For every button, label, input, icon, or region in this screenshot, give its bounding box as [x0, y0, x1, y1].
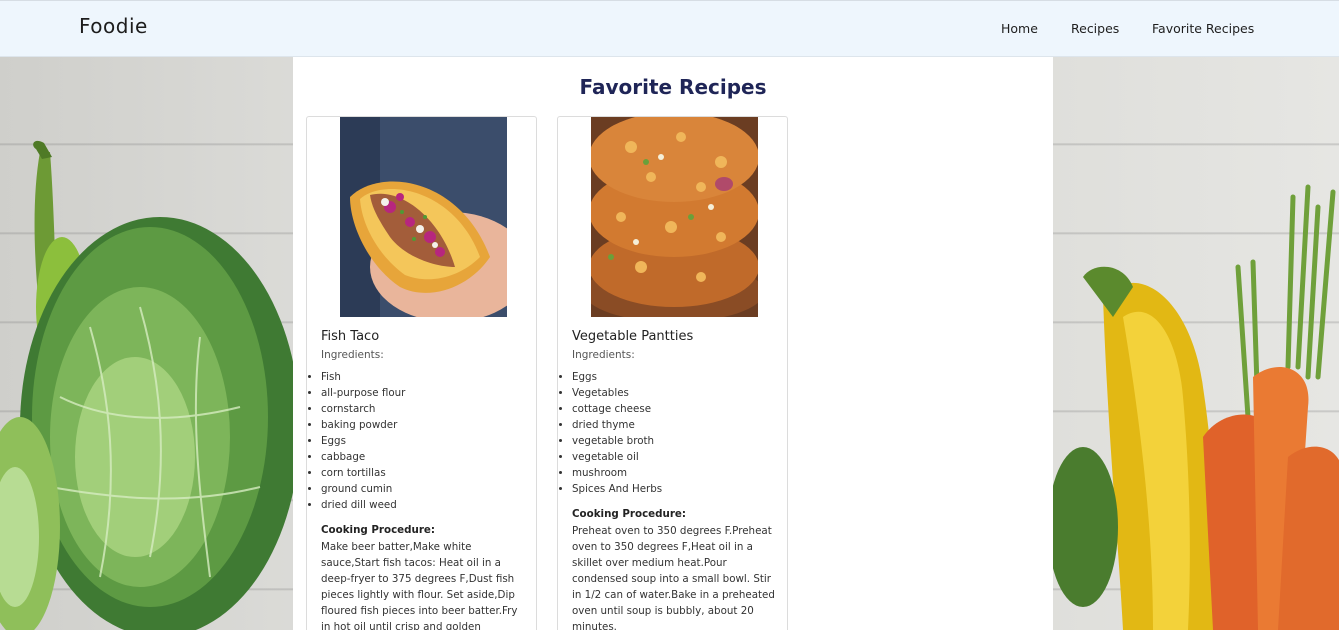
navbar: Foodie Home Recipes Favorite Recipes: [0, 0, 1339, 57]
procedure-text: Make beer batter,Make white sauce,Start …: [321, 541, 518, 630]
list-item: Vegetables: [572, 385, 662, 401]
list-item: cornstarch: [321, 401, 405, 417]
nav-link-home[interactable]: Home: [1001, 21, 1038, 36]
list-item: Fish: [321, 369, 405, 385]
list-item: cottage cheese: [572, 401, 662, 417]
brand-logo[interactable]: Foodie: [79, 14, 148, 38]
recipe-card-vegetable-pantties[interactable]: Vegetable Pantties Ingredients: Eggs Veg…: [557, 116, 788, 630]
list-item: vegetable oil: [572, 449, 662, 465]
list-item: mushroom: [572, 465, 662, 481]
cabbage-illustration: [0, 140, 300, 630]
list-item: Eggs: [321, 433, 405, 449]
recipe-card-fish-taco[interactable]: Fish Taco Ingredients: Fish all-purpose …: [306, 116, 537, 630]
list-item: ground cumin: [321, 481, 405, 497]
procedure-text: Preheat oven to 350 degrees F.Preheat ov…: [572, 525, 775, 630]
ingredients-label: Ingredients:: [321, 349, 384, 361]
procedure-label: Cooking Procedure:: [321, 524, 436, 536]
list-item: cabbage: [321, 449, 405, 465]
list-item: baking powder: [321, 417, 405, 433]
list-item: Spices And Herbs: [572, 481, 662, 497]
nav-link-recipes[interactable]: Recipes: [1071, 21, 1119, 36]
list-item: all-purpose flour: [321, 385, 405, 401]
list-item: Eggs: [572, 369, 662, 385]
recipe-image-fish-taco: [340, 117, 507, 317]
list-item: dried dill weed: [321, 497, 405, 513]
list-item: vegetable broth: [572, 433, 662, 449]
recipe-title: Vegetable Pantties: [572, 329, 694, 344]
ingredients-list: Fish all-purpose flour cornstarch baking…: [321, 369, 405, 513]
nav-link-favorite-recipes[interactable]: Favorite Recipes: [1152, 21, 1254, 36]
page-title: Favorite Recipes: [579, 75, 767, 99]
ingredients-label: Ingredients:: [572, 349, 635, 361]
list-item: dried thyme: [572, 417, 662, 433]
recipe-title: Fish Taco: [321, 329, 380, 344]
zucchini-carrots-illustration: [1053, 184, 1339, 630]
list-item: corn tortillas: [321, 465, 405, 481]
ingredients-list: Eggs Vegetables cottage cheese dried thy…: [572, 369, 662, 497]
procedure-label: Cooking Procedure:: [572, 508, 687, 520]
recipe-image-vegetable-pantties: [591, 117, 758, 317]
main-panel: Favorite Recipes Fish Taco Ingredients: …: [293, 57, 1053, 630]
